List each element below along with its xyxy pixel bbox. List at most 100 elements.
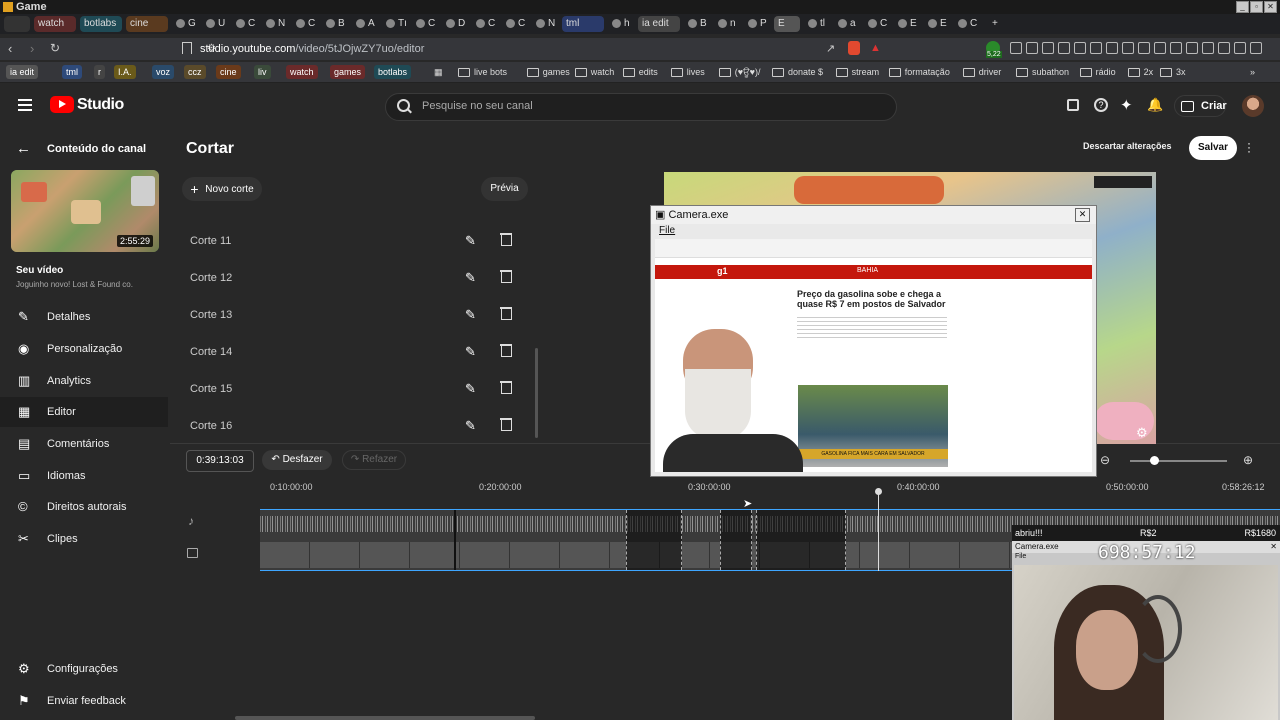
camera-window-titlebar[interactable]: ▣ Camera.exe ✕ (651, 206, 1096, 224)
bookmark-chip[interactable]: ia edit (6, 65, 39, 79)
new-tab-icon[interactable]: + (988, 16, 1002, 32)
forward-icon[interactable]: › (30, 41, 34, 56)
bookmark-folder[interactable]: 3x (1160, 65, 1186, 79)
new-cut-button[interactable]: + Novo corte (182, 177, 262, 201)
bookmark-chip[interactable]: voz (152, 65, 175, 79)
sidebar-item[interactable]: ▤ Comentários (0, 429, 168, 459)
browser-tab[interactable]: E (894, 16, 920, 32)
extension-icon[interactable] (1122, 42, 1134, 54)
menu-icon[interactable] (18, 99, 32, 111)
delete-cut-icon[interactable] (500, 418, 514, 432)
bookmark-chip[interactable]: ccz (184, 65, 206, 79)
bookmark-chip[interactable]: r (94, 65, 105, 79)
browser-tab[interactable]: ia edit (638, 16, 680, 32)
bookmark-folder[interactable]: driver (962, 65, 1001, 79)
browser-tab[interactable]: botlabs (80, 16, 122, 32)
zoom-out-icon[interactable]: ⊖ (1100, 453, 1110, 467)
browser-tab[interactable]: h (608, 16, 634, 32)
playhead-handle[interactable] (875, 488, 882, 495)
browser-tab[interactable]: tml (562, 16, 604, 32)
extension-icon[interactable] (1074, 42, 1086, 54)
browser-tab[interactable]: C (292, 16, 318, 32)
cut-row[interactable]: Corte 13 ✎ (180, 297, 535, 333)
browser-tab[interactable]: G (172, 16, 198, 32)
zoom-slider[interactable] (1130, 460, 1227, 462)
edit-cut-icon[interactable]: ✎ (465, 307, 479, 322)
bookmark-folder[interactable]: 2x (1127, 65, 1153, 79)
browser-tab[interactable]: N (532, 16, 558, 32)
extension-icon[interactable] (1090, 42, 1102, 54)
extension-icon[interactable] (1042, 42, 1054, 54)
cut-region[interactable] (720, 510, 752, 570)
delete-cut-icon[interactable] (500, 233, 514, 247)
sparkle-icon[interactable]: ✦ (1120, 96, 1133, 114)
browser-tab[interactable]: Tı (382, 16, 408, 32)
browser-tab[interactable]: D (442, 16, 468, 32)
bookmark-folder[interactable]: edits (622, 65, 658, 79)
bookmark-folder[interactable]: games (526, 65, 570, 79)
bookmarks-overflow-icon[interactable]: » (1250, 65, 1255, 79)
save-button[interactable]: Salvar (1189, 136, 1237, 160)
bookmark-folder[interactable]: stream (835, 65, 879, 79)
avatar[interactable] (1242, 95, 1264, 117)
browser-tab[interactable]: P (744, 16, 770, 32)
horizontal-scrollbar[interactable] (235, 716, 535, 720)
zoom-slider-handle[interactable] (1150, 456, 1159, 465)
edit-cut-icon[interactable]: ✎ (465, 418, 479, 433)
discard-changes-button[interactable]: Descartar alterações (1083, 141, 1172, 151)
extension-icon[interactable] (1026, 42, 1038, 54)
create-button[interactable]: Criar (1174, 95, 1227, 117)
edit-cut-icon[interactable]: ✎ (465, 233, 479, 248)
share-icon[interactable]: ↗ (826, 42, 835, 55)
browser-tab[interactable]: A (352, 16, 378, 32)
bookmark-folder[interactable]: (♥ਊ♥)/ (718, 65, 761, 79)
browser-tab[interactable]: B (322, 16, 348, 32)
edit-cut-icon[interactable]: ✎ (465, 381, 479, 396)
playhead[interactable] (878, 491, 879, 571)
browser-tab[interactable]: C (864, 16, 890, 32)
bookmark-folder[interactable]: watch (574, 65, 614, 79)
youtube-logo-icon[interactable] (50, 96, 74, 113)
bookmark-chip[interactable]: botlabs (374, 65, 412, 79)
bookmark-chip[interactable]: games (330, 65, 366, 79)
browser-tab[interactable]: cine (126, 16, 168, 32)
cut-row[interactable]: Corte 15 ✎ (180, 371, 535, 407)
zoom-in-icon[interactable]: ⊕ (1243, 453, 1253, 467)
extension-icon[interactable] (1170, 42, 1182, 54)
camera-close-icon[interactable]: ✕ (1075, 208, 1090, 222)
bookmark-icon[interactable] (182, 42, 192, 54)
bookmark-folder[interactable]: subathon (1016, 65, 1069, 79)
browser-tab[interactable]: N (262, 16, 288, 32)
sidebar-footer-item[interactable]: ⚑ Enviar feedback (0, 686, 168, 716)
help-icon[interactable]: ? (1094, 98, 1108, 112)
camera-file-menu[interactable]: File (659, 225, 675, 236)
camera2-close-icon[interactable]: ✕ (1270, 541, 1277, 553)
bookmark-folder[interactable]: formatação (888, 65, 950, 79)
extension-icon[interactable] (1218, 42, 1230, 54)
video-thumbnail[interactable]: 2:55:29 (11, 170, 159, 252)
minimize-icon[interactable]: _ (1236, 1, 1249, 13)
bookmark-folder[interactable]: rádio (1079, 65, 1116, 79)
url-field[interactable]: studio.youtube.com/video/5tJOjwZY7uo/edi… (200, 40, 850, 58)
studio-logo-text[interactable]: Studio (77, 96, 124, 114)
bookmark-chip[interactable]: watch (286, 65, 318, 79)
extension-icon[interactable] (1154, 42, 1166, 54)
more-options-icon[interactable]: · · · (1247, 137, 1251, 157)
browser-tab[interactable]: B (684, 16, 710, 32)
delete-cut-icon[interactable] (500, 270, 514, 284)
edit-cut-icon[interactable]: ✎ (465, 270, 479, 285)
bookmark-chip[interactable]: I.A. (114, 65, 136, 79)
notifications-icon[interactable]: 🔔 (1147, 97, 1163, 113)
browser-tab[interactable]: U (202, 16, 228, 32)
bookmark-folder[interactable]: donate $ (772, 65, 823, 79)
browser-tab[interactable]: n (714, 16, 740, 32)
brave-shield-icon[interactable] (848, 41, 860, 55)
delete-cut-icon[interactable] (500, 307, 514, 321)
bookmark-chip[interactable]: liv (254, 65, 271, 79)
extension-icon[interactable] (1106, 42, 1118, 54)
cut-region[interactable] (756, 510, 846, 570)
camera2-file-menu[interactable]: File (1015, 553, 1026, 560)
delete-cut-icon[interactable] (500, 344, 514, 358)
sidebar-item[interactable]: ✎ Detalhes (0, 302, 168, 332)
extension-icon[interactable] (1234, 42, 1246, 54)
